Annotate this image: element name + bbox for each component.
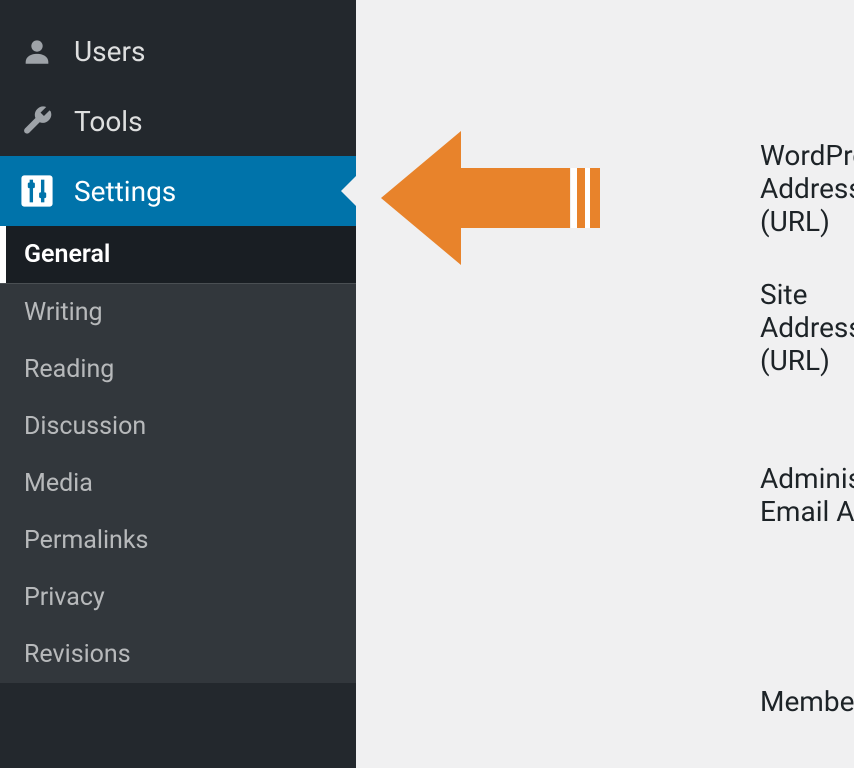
- submenu-item-general[interactable]: General: [0, 226, 356, 283]
- submenu-label: Writing: [24, 298, 103, 327]
- field-label-site-address: Site Address (URL): [760, 278, 854, 377]
- field-label-membership: Membership: [760, 685, 854, 718]
- submenu-label: General: [24, 240, 110, 269]
- submenu-item-privacy[interactable]: Privacy: [0, 569, 356, 626]
- sidebar-item-tools[interactable]: Tools: [0, 86, 356, 156]
- sidebar-item-settings[interactable]: Settings: [0, 156, 356, 226]
- sidebar-item-label: Settings: [74, 175, 176, 208]
- submenu-label: Permalinks: [24, 526, 148, 555]
- sidebar-item-label: Users: [74, 35, 145, 68]
- settings-submenu: General Writing Reading Discussion Media…: [0, 226, 356, 683]
- partial-icon: [18, 0, 56, 16]
- tools-icon: [18, 102, 56, 140]
- submenu-item-permalinks[interactable]: Permalinks: [0, 512, 356, 569]
- settings-icon: [18, 172, 56, 210]
- field-label-admin-email: Administration Email Address: [760, 462, 854, 528]
- sidebar-item-partial[interactable]: [0, 0, 356, 16]
- submenu-item-reading[interactable]: Reading: [0, 341, 356, 398]
- admin-sidebar: Users Tools Settings General Writing: [0, 0, 356, 768]
- submenu-item-media[interactable]: Media: [0, 455, 356, 512]
- submenu-label: Discussion: [24, 412, 146, 441]
- submenu-label: Privacy: [24, 583, 105, 612]
- sidebar-item-label: Tools: [74, 105, 143, 138]
- submenu-item-revisions[interactable]: Revisions: [0, 626, 356, 683]
- submenu-item-discussion[interactable]: Discussion: [0, 398, 356, 455]
- submenu-label: Revisions: [24, 640, 131, 669]
- submenu-item-writing[interactable]: Writing: [0, 284, 356, 341]
- main-content: WordPress Address (URL) Site Address (UR…: [356, 0, 854, 768]
- users-icon: [18, 32, 56, 70]
- submenu-label: Media: [24, 469, 93, 498]
- sidebar-item-users[interactable]: Users: [0, 16, 356, 86]
- field-label-wordpress-address: WordPress Address (URL): [760, 139, 854, 238]
- submenu-label: Reading: [24, 355, 114, 384]
